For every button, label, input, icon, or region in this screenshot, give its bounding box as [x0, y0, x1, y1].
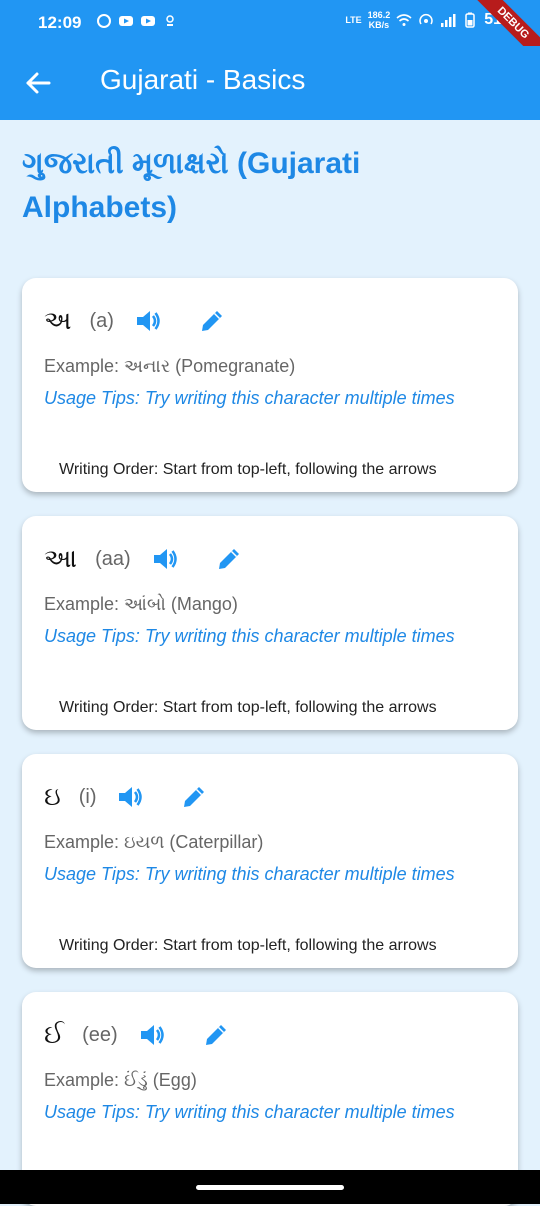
example-text: Example: અનાર (Pomegranate)	[44, 356, 296, 376]
notification-circle-icon	[97, 14, 111, 28]
transliteration: (i)	[78, 785, 97, 808]
app-bar: Gujarati - Basics	[0, 46, 540, 120]
system-nav-bar	[0, 1170, 540, 1204]
wifi-icon	[396, 14, 412, 26]
home-gesture-handle[interactable]	[196, 1185, 344, 1190]
signal-icon	[441, 14, 456, 27]
usage-tips: Usage Tips: Try writing this character m…	[44, 864, 455, 884]
speaker-icon[interactable]	[116, 783, 144, 811]
speaker-icon[interactable]	[134, 307, 162, 335]
youtube-icon	[119, 16, 133, 26]
usage-tips: Usage Tips: Try writing this character m…	[44, 388, 455, 408]
example-text: Example: ઈંડું (Egg)	[44, 1070, 197, 1090]
network-type: LTE	[345, 15, 362, 25]
pencil-icon[interactable]	[198, 307, 226, 335]
example-text: Example: આંબો (Mango)	[44, 594, 238, 614]
writing-order: Writing Order: Start from top-left, foll…	[59, 937, 437, 954]
alphabet-card[interactable]: અ (a) Example: અનાર (Pomegranate) Usage …	[22, 278, 518, 492]
usage-tips: Usage Tips: Try writing this character m…	[44, 626, 455, 646]
gujarati-letter: આ	[44, 543, 78, 574]
gujarati-letter: ઈ	[44, 1019, 65, 1050]
usage-tips: Usage Tips: Try writing this character m…	[44, 1102, 455, 1122]
status-bar: 12:09 LTE 186.2 KB/s 51	[0, 0, 540, 46]
arrow-back-icon[interactable]	[22, 67, 54, 99]
speaker-icon[interactable]	[151, 545, 179, 573]
transliteration: (aa)	[95, 547, 131, 570]
card-header: ઈ (ee)	[44, 1020, 230, 1050]
alphabet-card[interactable]: આ (aa) Example: આંબો (Mango) Usage Tips:…	[22, 516, 518, 730]
page-title: Gujarati - Basics	[100, 64, 306, 95]
card-header: આ (aa)	[44, 544, 243, 574]
battery-icon	[465, 12, 475, 28]
speaker-icon[interactable]	[138, 1021, 166, 1049]
transliteration: (ee)	[82, 1023, 118, 1046]
speed-value: 186.2	[367, 10, 391, 20]
status-time: 12:09	[38, 13, 82, 32]
speed-unit: KB/s	[368, 20, 390, 30]
gujarati-letter: ઇ	[44, 781, 61, 812]
card-header: ઇ (i)	[44, 782, 208, 812]
youtube-icon	[141, 16, 155, 26]
section-title: ગુજરાતી મૂળાક્ષરો (Gujarati Alphabets)	[22, 147, 361, 224]
gujarati-letter: અ	[44, 305, 72, 336]
pencil-icon[interactable]	[202, 1021, 230, 1049]
card-header: અ (a)	[44, 306, 226, 336]
example-text: Example: ઇયળ (Caterpillar)	[44, 832, 264, 852]
hotspot-icon	[419, 14, 433, 25]
writing-order: Writing Order: Start from top-left, foll…	[59, 461, 437, 478]
pencil-icon[interactable]	[215, 545, 243, 573]
alphabet-card[interactable]: ઇ (i) Example: ઇયળ (Caterpillar) Usage T…	[22, 754, 518, 968]
notification-icons	[96, 13, 178, 29]
app-notification-icon	[166, 15, 174, 26]
network-speed: 186.2 KB/s	[368, 10, 391, 30]
writing-order: Writing Order: Start from top-left, foll…	[59, 699, 437, 716]
pencil-icon[interactable]	[180, 783, 208, 811]
transliteration: (a)	[89, 309, 114, 332]
system-icons: LTE 186.2 KB/s 51	[345, 10, 502, 30]
